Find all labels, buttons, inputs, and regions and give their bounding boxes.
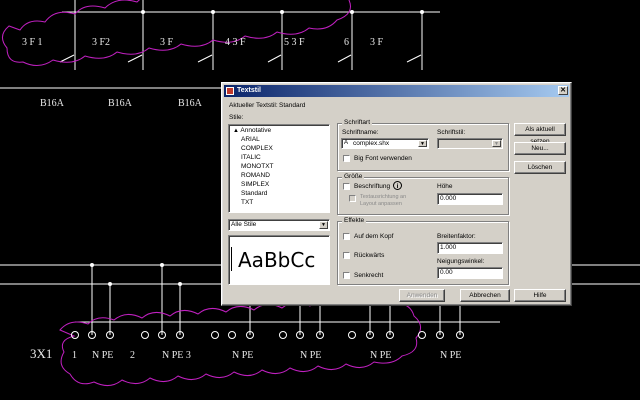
style-item[interactable]: ARIAL [241, 136, 260, 143]
styles-list[interactable]: ▲ Annotative ARIAL COMPLEX ITALIC MONOTX… [228, 124, 330, 213]
annotative-checkbox[interactable] [343, 183, 350, 190]
match-layout-checkbox[interactable] [349, 195, 356, 202]
backwards-label: Rückwärts [354, 252, 385, 259]
circuit-label-2: 3 F2 [92, 37, 111, 48]
circuit-label-7: 3 F [370, 37, 384, 48]
vertical-label: Senkrecht [354, 272, 384, 279]
width-factor-label: Breitenfaktor: [437, 233, 476, 240]
style-item[interactable]: Standard [241, 190, 267, 197]
dialog-title: Textstil [237, 87, 261, 94]
terminal-label: N PE [440, 350, 462, 361]
big-font-label: Big Font verwenden [354, 155, 412, 162]
circuit-label-6: 6 [344, 37, 349, 48]
big-font-checkbox[interactable] [343, 155, 350, 162]
new-style-button[interactable]: Neu... [514, 142, 566, 155]
terminal-label: 2 [130, 350, 135, 361]
style-item-selected[interactable]: TXT [241, 199, 253, 206]
style-item[interactable]: ITALIC [241, 154, 261, 161]
apply-button[interactable]: Anwenden [399, 289, 445, 302]
terminal-label: N PE [232, 350, 254, 361]
info-icon[interactable]: i [393, 181, 402, 190]
font-group: Schriftart Schriftname: A complex.shx ▼ … [337, 119, 509, 171]
font-group-caption: Schriftart [342, 119, 373, 126]
style-item[interactable]: MONOTXT [241, 163, 274, 170]
upside-down-checkbox[interactable] [343, 233, 350, 240]
terminal-block-label: 3X1 [30, 346, 53, 361]
font-name-value: complex.shx [353, 140, 390, 147]
effects-group-caption: Effekte [342, 217, 367, 224]
style-item[interactable]: COMPLEX [241, 145, 273, 152]
font-style-dropdown[interactable]: ▼ [437, 138, 503, 149]
style-item[interactable]: SIMPLEX [241, 181, 269, 188]
terminal-label: N PE 3 [162, 350, 191, 361]
circuit-label-5: 5 3 F [284, 37, 305, 48]
delete-style-button[interactable]: Löschen [514, 161, 566, 174]
preview-baseline [231, 247, 232, 271]
width-factor-input[interactable]: 1.000 [437, 242, 503, 254]
chevron-down-icon[interactable]: ▼ [492, 140, 501, 147]
match-layout-label: Textausrichtung an Layout anpassen [360, 194, 407, 207]
cancel-button[interactable]: Abbrechen [460, 289, 510, 302]
upside-down-label: Auf dem Kopf [354, 233, 394, 240]
font-file-icon: A [344, 140, 349, 146]
dialog-title-bar[interactable]: Textstil ✕ [224, 85, 569, 97]
style-item[interactable]: ROMAND [241, 172, 270, 179]
annotative-icon: ▲ [233, 128, 239, 134]
width-factor-value: 1.000 [440, 244, 457, 251]
app-icon [226, 87, 234, 95]
oblique-value: 0.00 [440, 269, 453, 276]
font-name-label: Schriftname: [342, 129, 379, 136]
terminal-label: N PE [300, 350, 322, 361]
size-group: Größe Beschriftung i Textausrichtung an … [337, 173, 509, 215]
height-value: 0.000 [440, 195, 457, 202]
effects-group: Effekte Auf dem Kopf Rückwärts Senkrecht… [337, 217, 509, 285]
font-style-label: Schriftstil: [437, 129, 466, 136]
size-group-caption: Größe [342, 173, 365, 180]
circuit-label-3: 3 F [160, 37, 174, 48]
font-name-dropdown[interactable]: A complex.shx ▼ [341, 138, 429, 149]
breaker-label-2: B16A [108, 98, 132, 109]
text-style-dialog: Textstil ✕ Aktueller Textstil: Standard … [221, 82, 572, 306]
style-preview: AaBbCc [228, 235, 330, 285]
chevron-down-icon[interactable]: ▼ [418, 140, 427, 147]
oblique-input[interactable]: 0.00 [437, 267, 503, 279]
height-label: Höhe [437, 183, 453, 190]
circuit-label-4: 4 3 F [225, 37, 246, 48]
styles-label: Stile: [229, 114, 244, 121]
terminal-label: N PE [92, 350, 114, 361]
terminal-label: 1 [72, 350, 77, 361]
set-current-button[interactable]: Als aktuell setzen [514, 123, 566, 145]
annotative-label: Beschriftung [354, 183, 391, 190]
current-style-value: Standard [279, 102, 306, 109]
circuit-label-1: 3 F 1 [22, 37, 43, 48]
breaker-label-1: B16A [40, 98, 64, 109]
chevron-down-icon[interactable]: ▼ [319, 221, 328, 229]
help-button[interactable]: Hilfe [514, 289, 566, 302]
preview-text: AaBbCc [238, 248, 316, 272]
backwards-checkbox[interactable] [343, 252, 350, 259]
style-item-annotative[interactable]: ▲ Annotative [233, 127, 271, 134]
close-button[interactable]: ✕ [558, 86, 568, 95]
current-style-label: Aktueller Textstil: [229, 102, 278, 109]
terminal-label: N PE [370, 350, 392, 361]
height-input[interactable]: 0.000 [437, 193, 503, 205]
vertical-checkbox[interactable] [343, 272, 350, 279]
styles-filter-dropdown[interactable]: Alle Stile ▼ [228, 219, 330, 231]
styles-filter-value: Alle Stile [231, 221, 257, 228]
oblique-label: Neigungswinkel: [437, 258, 485, 265]
breaker-label-3: B16A [178, 98, 202, 109]
